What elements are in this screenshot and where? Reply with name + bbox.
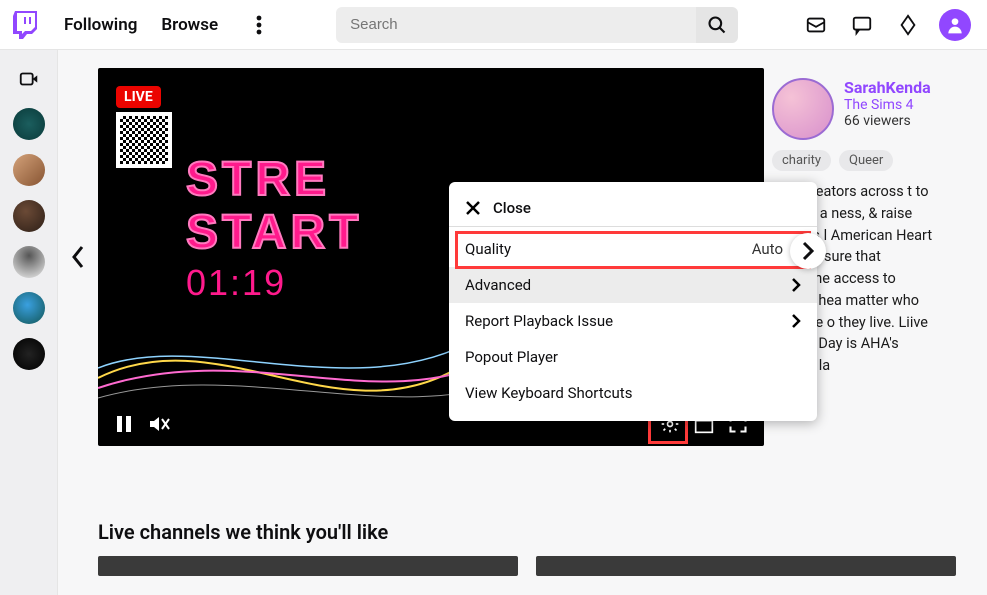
collapse-sidebar-icon[interactable] (18, 68, 40, 90)
settings-popout-player[interactable]: Popout Player (449, 339, 817, 375)
settings-keyboard-shortcuts[interactable]: View Keyboard Shortcuts (449, 375, 817, 411)
chevron-right-icon (801, 241, 815, 261)
settings-close-button[interactable]: Close (449, 190, 817, 227)
twitch-logo[interactable] (10, 10, 40, 40)
tag[interactable]: charity (772, 150, 831, 171)
recommendations-row (58, 556, 987, 576)
stream-title-overlay: STRE START 01:19 (186, 154, 362, 304)
search-icon (707, 15, 727, 35)
search-input[interactable] (336, 7, 696, 43)
settings-advanced[interactable]: Advanced (449, 267, 817, 303)
user-avatar[interactable] (939, 9, 971, 41)
sidebar-channel[interactable] (13, 108, 45, 140)
carousel-prev-button[interactable] (58, 68, 98, 446)
search-bar (336, 7, 738, 43)
player-settings-menu: Close Quality Auto Advanced Report Playb… (449, 182, 817, 421)
close-icon (465, 200, 481, 216)
shortcuts-label: View Keyboard Shortcuts (465, 384, 632, 402)
channel-avatar[interactable] (772, 78, 834, 140)
stream-timer: 01:19 (186, 262, 362, 304)
advanced-label: Advanced (465, 276, 531, 294)
channel-tags: charity Queer (772, 150, 933, 171)
quality-label: Quality (465, 240, 511, 258)
whispers-icon[interactable] (847, 10, 877, 40)
sidebar-channel[interactable] (13, 292, 45, 324)
search-button[interactable] (696, 7, 738, 43)
carousel-next-button[interactable] (790, 233, 826, 269)
sidebar-channel[interactable] (13, 246, 45, 278)
main-content: LIVE STRE START 01:19 (58, 50, 987, 595)
settings-report-playback[interactable]: Report Playback Issue (449, 303, 817, 339)
recommendation-card[interactable] (98, 556, 518, 576)
sidebar-channel[interactable] (13, 200, 45, 232)
user-icon (945, 15, 965, 35)
top-right-controls (801, 9, 977, 41)
inbox-icon[interactable] (801, 10, 831, 40)
tag[interactable]: Queer (839, 150, 893, 171)
recommendations-heading: Live channels we think you'll like (98, 520, 987, 544)
report-label: Report Playback Issue (465, 312, 613, 330)
mute-button[interactable] (148, 412, 172, 436)
nav-following[interactable]: Following (64, 15, 137, 35)
settings-quality[interactable]: Quality Auto (449, 231, 817, 267)
sidebar-channel[interactable] (13, 154, 45, 186)
followed-channels-sidebar (0, 50, 58, 595)
chevron-right-icon (791, 314, 801, 328)
pause-button[interactable] (112, 412, 136, 436)
chevron-right-icon (791, 278, 801, 292)
close-label: Close (493, 199, 531, 217)
sidebar-channel[interactable] (13, 338, 45, 370)
bits-icon[interactable] (893, 10, 923, 40)
channel-game[interactable]: The Sims 4 (844, 97, 931, 113)
nav-browse[interactable]: Browse (161, 15, 218, 35)
live-badge: LIVE (116, 86, 161, 108)
nav-more-icon[interactable] (244, 10, 274, 40)
top-nav-bar: Following Browse (0, 0, 987, 50)
channel-name[interactable]: SarahKenda (844, 78, 931, 97)
viewer-count: 66 viewers (844, 113, 931, 129)
quality-value: Auto (752, 240, 783, 258)
qr-code (116, 112, 172, 168)
popout-label: Popout Player (465, 348, 558, 366)
recommendation-card[interactable] (536, 556, 956, 576)
chevron-left-icon (70, 245, 86, 269)
